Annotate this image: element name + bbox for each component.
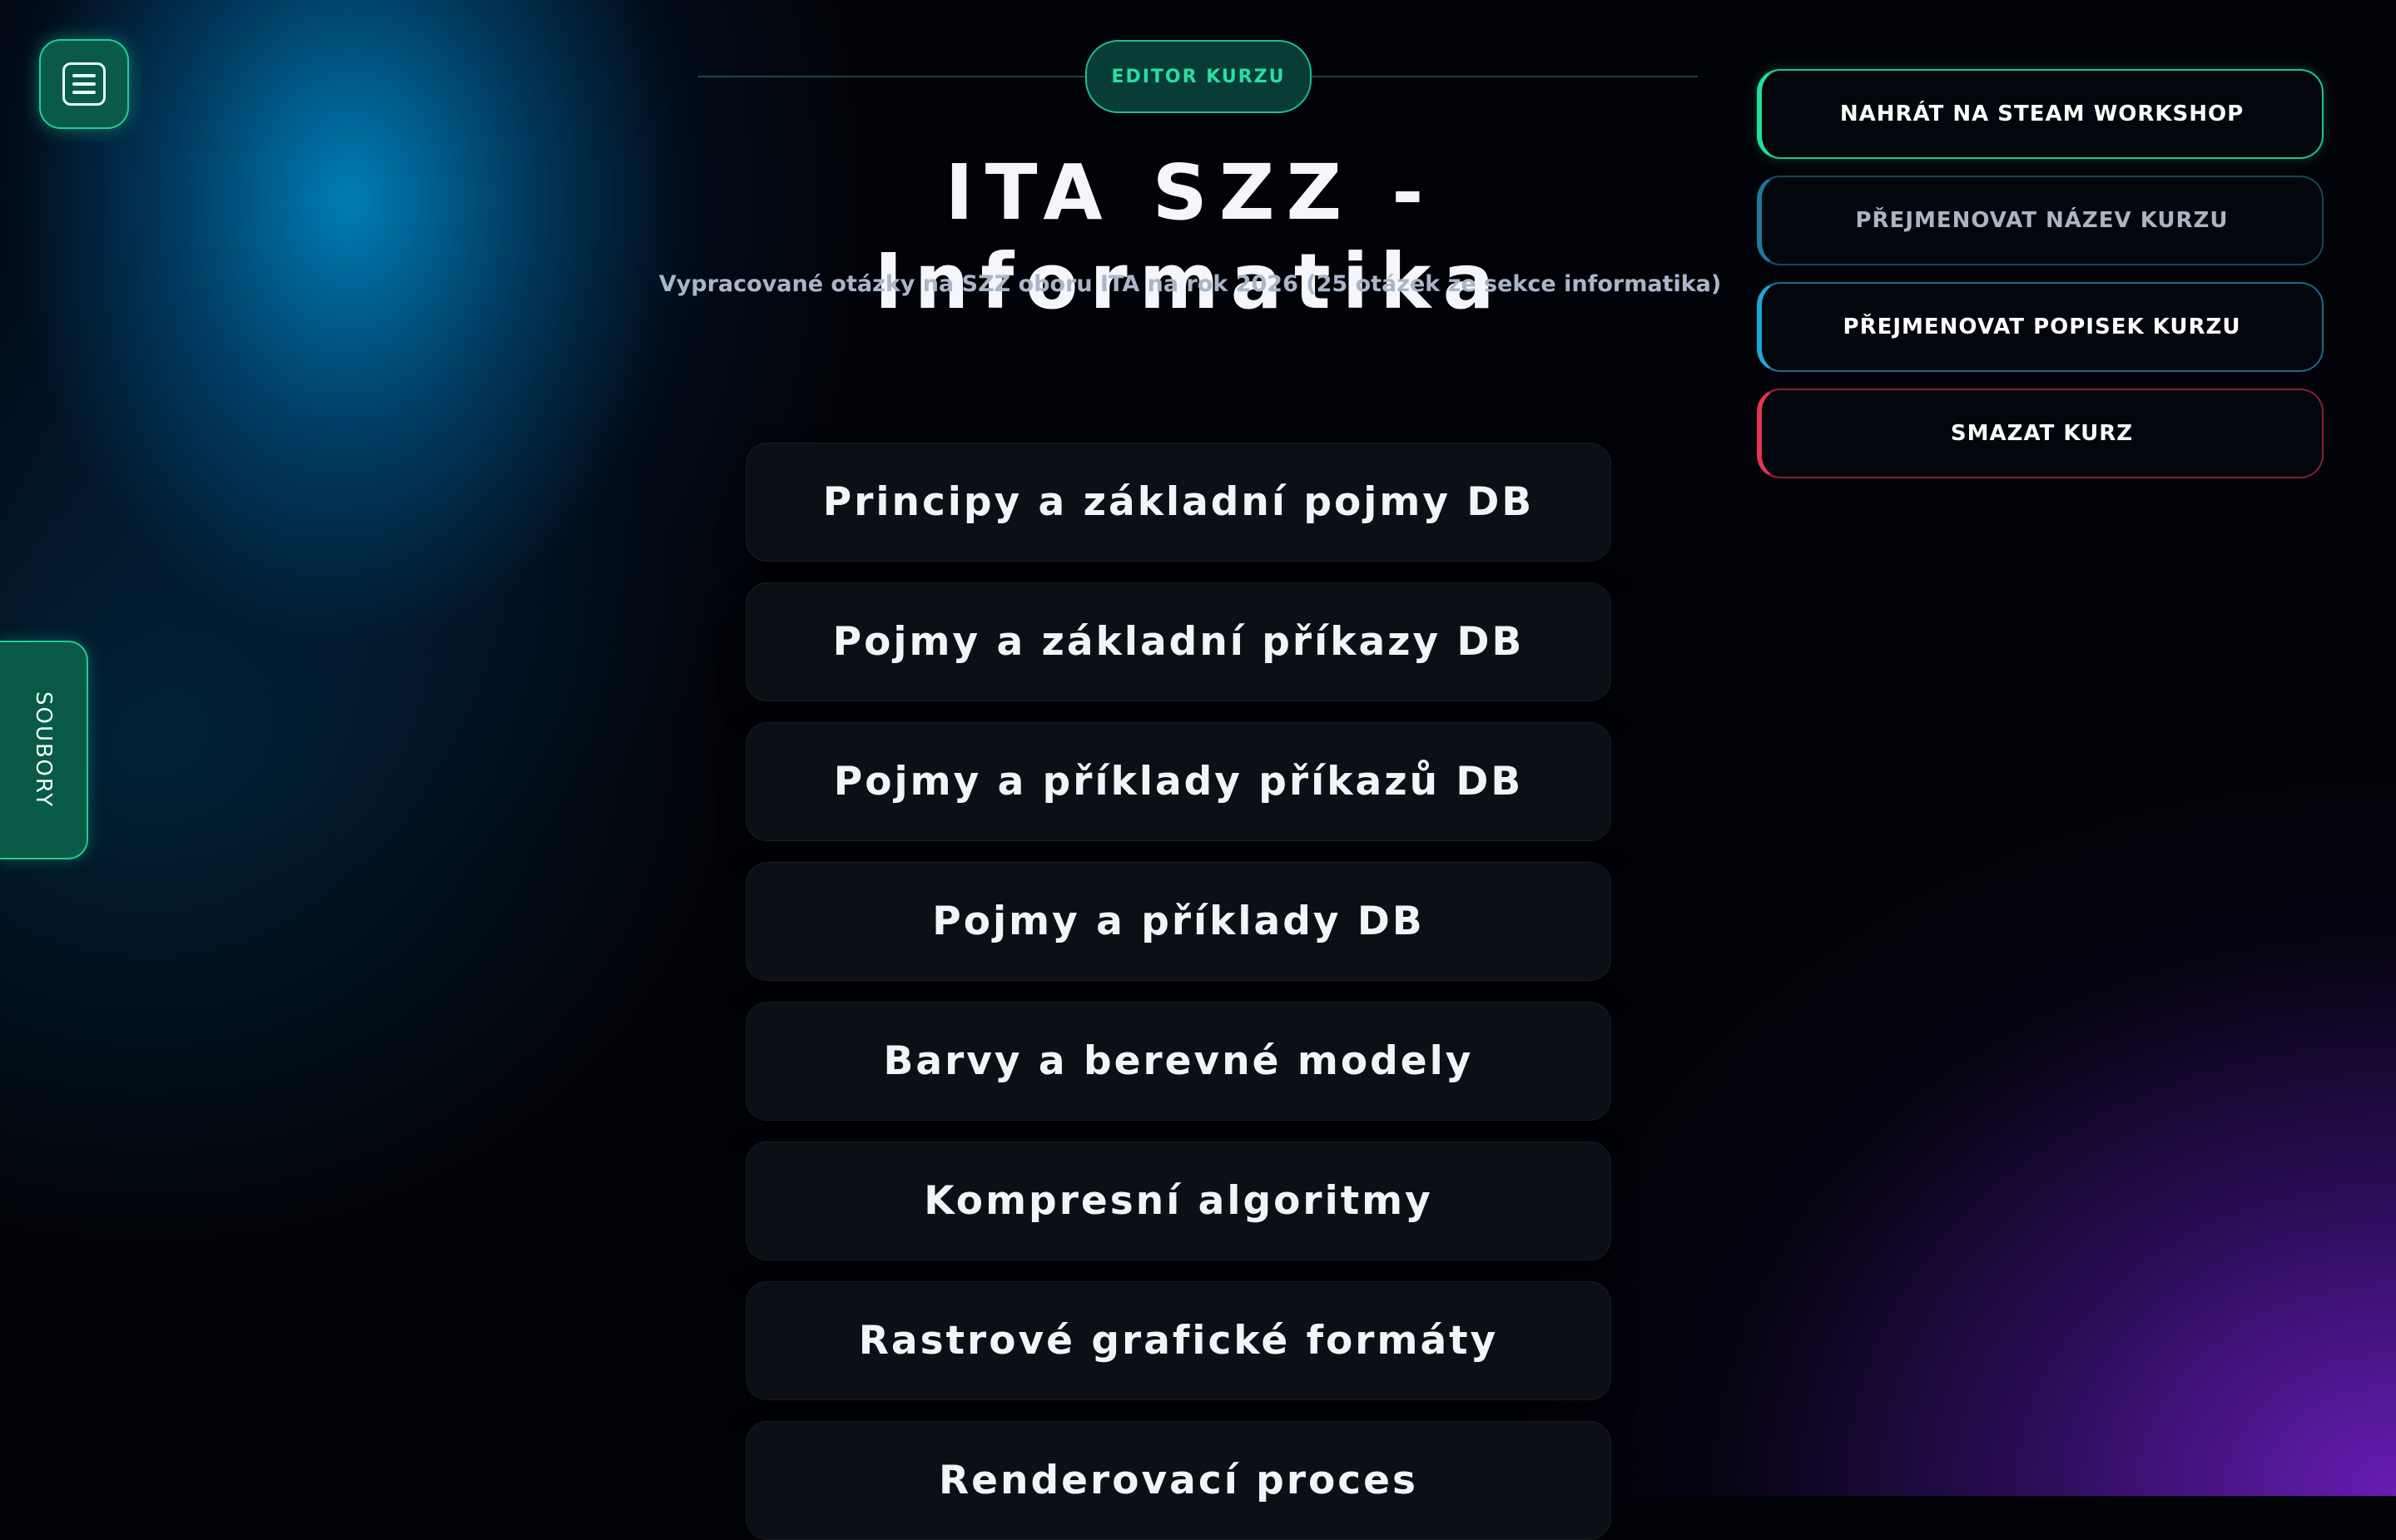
- lesson-list: Principy a základní pojmy DB Pojmy a zák…: [746, 443, 1611, 1540]
- delete-course-button[interactable]: SMAZAT KURZ: [1757, 389, 2324, 478]
- lesson-item[interactable]: Pojmy a příklady příkazů DB: [746, 722, 1611, 841]
- course-title: ITA SZZ - Informatika: [874, 148, 1506, 326]
- lesson-item[interactable]: Pojmy a základní příkazy DB: [746, 582, 1611, 701]
- lesson-item[interactable]: Barvy a berevné modely: [746, 1002, 1611, 1121]
- lesson-item[interactable]: Rastrové grafické formáty: [746, 1281, 1611, 1400]
- lesson-item[interactable]: Kompresní algoritmy: [746, 1141, 1611, 1260]
- lesson-item[interactable]: Pojmy a příklady DB: [746, 862, 1611, 981]
- rename-title-button[interactable]: PŘEJMENOVAT NÁZEV KURZU: [1757, 176, 2324, 265]
- files-tab-label: SOUBORY: [31, 691, 56, 809]
- menu-button[interactable]: [39, 39, 129, 129]
- upload-steam-workshop-button[interactable]: NAHRÁT NA STEAM WORKSHOP: [1757, 69, 2324, 159]
- lesson-item[interactable]: Principy a základní pojmy DB: [746, 443, 1611, 562]
- rename-description-button[interactable]: PŘEJMENOVAT POPISEK KURZU: [1757, 282, 2324, 372]
- course-actions: NAHRÁT NA STEAM WORKSHOP PŘEJMENOVAT NÁZ…: [1757, 69, 2324, 478]
- lesson-item[interactable]: Renderovací proces: [746, 1421, 1611, 1540]
- course-subtitle: Vypracované otázky na SZZ oboru ITA na r…: [658, 271, 1722, 297]
- hamburger-icon: [62, 62, 106, 106]
- editor-badge: EDITOR KURZU: [1085, 40, 1312, 113]
- header-divider-left: [697, 76, 1085, 77]
- files-side-tab[interactable]: SOUBORY: [0, 641, 88, 859]
- header-divider-right: [1312, 76, 1698, 77]
